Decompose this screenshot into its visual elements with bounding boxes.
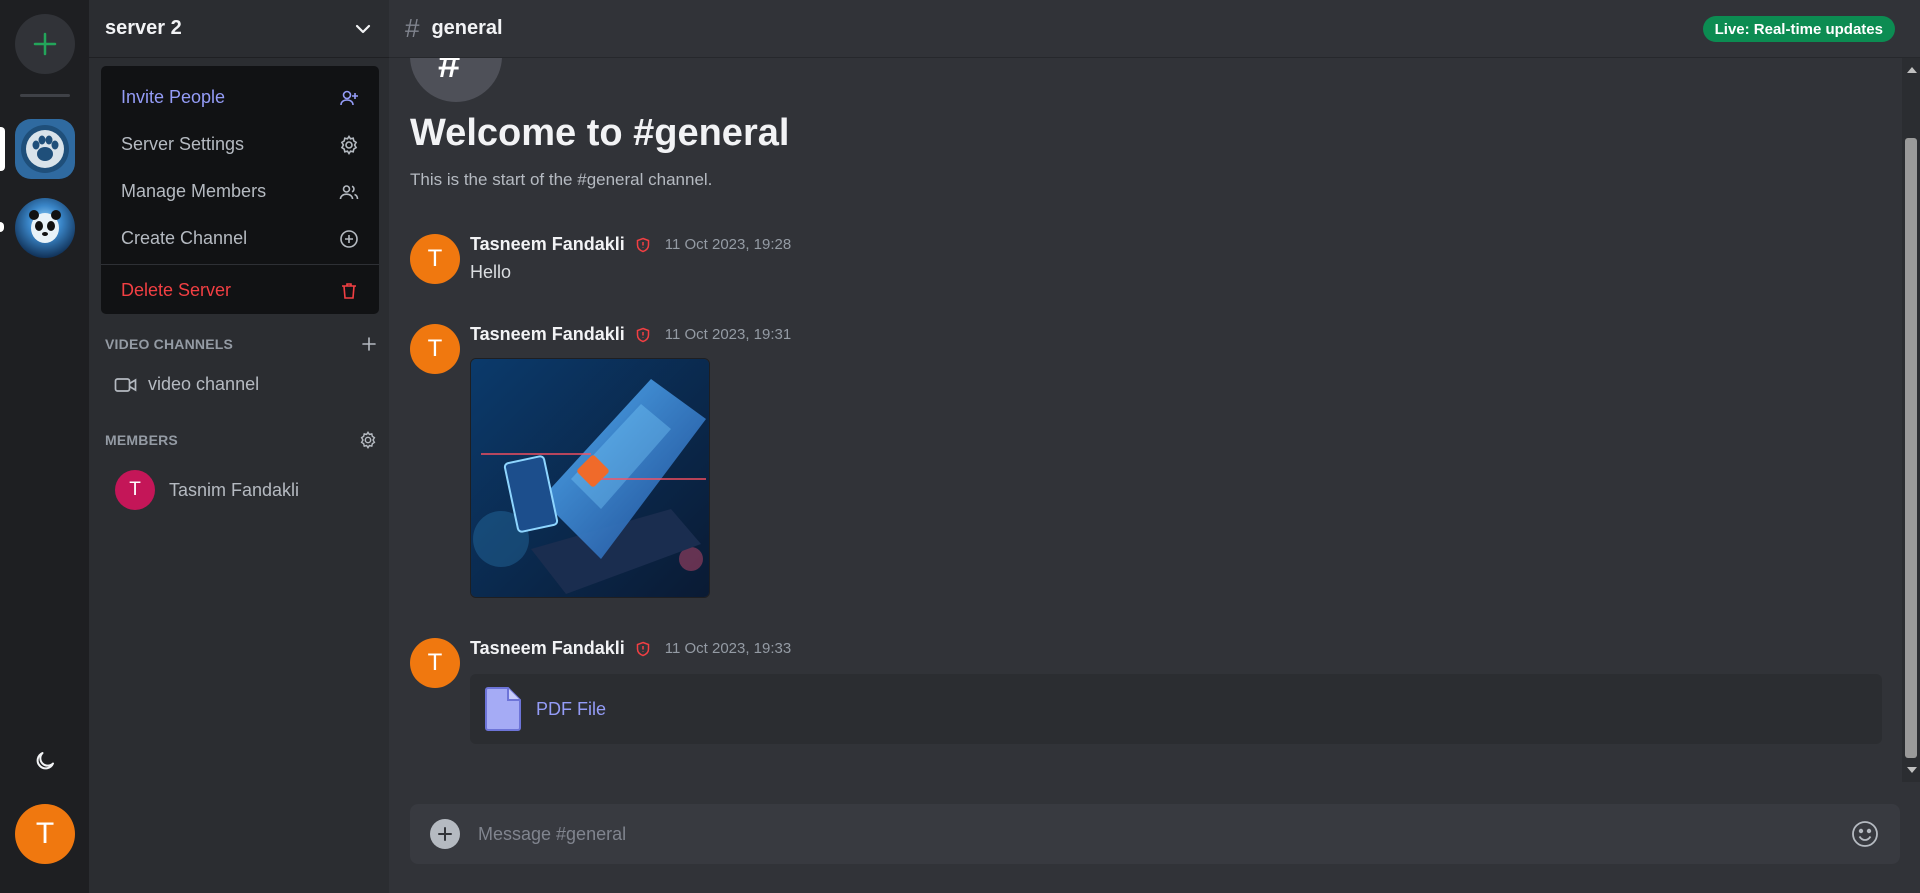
menu-item-delete-server[interactable]: Delete Server	[101, 267, 379, 314]
scroll-thumb[interactable]	[1905, 138, 1917, 758]
author-name[interactable]: Tasneem Fandakli	[470, 638, 625, 659]
message-meta: Tasneem Fandakli 11 Oct 2023, 19:31	[470, 324, 791, 345]
menu-item-invite-people[interactable]: Invite People	[101, 74, 379, 121]
rail-divider	[20, 94, 70, 97]
add-server-button[interactable]	[15, 14, 75, 74]
chat-main: # general Live: Real-time updates # Welc…	[389, 0, 1920, 893]
moon-icon	[36, 752, 54, 770]
author-avatar[interactable]: T	[410, 234, 460, 284]
message-timestamp: 11 Oct 2023, 19:33	[664, 640, 792, 657]
emoji-icon	[1852, 821, 1878, 847]
user-avatar[interactable]: T	[15, 804, 75, 864]
server-icon-panda[interactable]	[15, 198, 75, 258]
author-avatar[interactable]: T	[410, 324, 460, 374]
channel-title: general	[431, 17, 503, 39]
hash-icon: #	[405, 13, 420, 43]
message-timestamp: 11 Oct 2023, 19:28	[664, 236, 792, 253]
menu-item-server-settings[interactable]: Server Settings	[101, 121, 379, 168]
add-video-channel-icon[interactable]	[361, 336, 377, 352]
gear-icon[interactable]	[359, 431, 377, 449]
channel-item-video-channel[interactable]: video channel	[114, 374, 259, 395]
author-name[interactable]: Tasneem Fandakli	[470, 324, 625, 345]
user-plus-icon	[340, 90, 358, 105]
channel-header: # general Live: Real-time updates	[389, 0, 1920, 58]
plus-icon	[438, 827, 452, 841]
paw-logo-icon	[21, 125, 69, 173]
image-attachment[interactable]	[470, 358, 710, 598]
message-composer	[410, 804, 1900, 864]
author-name[interactable]: Tasneem Fandakli	[470, 234, 625, 255]
shield-icon	[636, 641, 649, 656]
message-timestamp: 11 Oct 2023, 19:31	[664, 326, 792, 343]
message-input[interactable]	[478, 823, 1850, 845]
unread-indicator	[0, 222, 4, 232]
laptop-code-image	[471, 359, 709, 597]
message-meta: Tasneem Fandakli 11 Oct 2023, 19:33	[470, 638, 791, 659]
live-status-badge: Live: Real-time updates	[1702, 16, 1895, 42]
users-icon	[339, 184, 359, 199]
member-item[interactable]: T Tasnim Fandakli	[115, 470, 299, 510]
welcome-title: Welcome to #general	[410, 112, 790, 154]
panda-image-icon	[29, 210, 61, 243]
scroll-up-arrow[interactable]	[1907, 67, 1917, 73]
attach-button[interactable]	[430, 819, 460, 849]
menu-item-create-channel[interactable]: Create Channel	[101, 215, 379, 262]
author-avatar[interactable]: T	[410, 638, 460, 688]
theme-toggle-button[interactable]	[30, 746, 60, 776]
gear-icon	[340, 134, 358, 155]
member-avatar: T	[115, 470, 155, 510]
welcome-subtitle: This is the start of the #general channe…	[410, 170, 713, 189]
server-header[interactable]: server 2	[89, 0, 389, 58]
channel-hash-avatar: #	[410, 58, 502, 102]
message-meta: Tasneem Fandakli 11 Oct 2023, 19:28	[470, 234, 791, 255]
server-rail: T	[0, 0, 89, 893]
message-text: Hello	[470, 262, 512, 282]
chevron-down-icon	[355, 24, 371, 33]
server-dropdown-menu: Invite People Server Settings Manage Mem…	[101, 66, 379, 314]
welcome-icon-clip: #	[389, 58, 1889, 108]
active-server-indicator	[0, 127, 5, 171]
shield-icon	[636, 327, 649, 342]
video-icon	[114, 377, 137, 392]
scroll-down-arrow[interactable]	[1907, 767, 1917, 773]
file-attachment: PDF File	[470, 674, 1882, 744]
server-name: server 2	[105, 17, 182, 39]
member-name: Tasnim Fandakli	[169, 479, 300, 500]
plus-icon	[33, 32, 57, 56]
video-channels-header: VIDEO CHANNELS	[105, 336, 377, 352]
file-icon	[485, 687, 521, 731]
chat-scrollbar[interactable]	[1902, 58, 1920, 782]
menu-divider	[101, 264, 379, 265]
channel-sidebar: server 2 Invite People Server Settings M…	[89, 0, 389, 893]
plus-circle-icon	[340, 229, 358, 248]
menu-item-manage-members[interactable]: Manage Members	[101, 168, 379, 215]
server-icon-server-2[interactable]	[15, 119, 75, 179]
emoji-button[interactable]	[1850, 819, 1880, 849]
members-header: MEMBERS	[105, 431, 377, 449]
file-link[interactable]: PDF File	[536, 699, 606, 720]
trash-icon	[342, 282, 356, 299]
shield-icon	[636, 237, 649, 252]
